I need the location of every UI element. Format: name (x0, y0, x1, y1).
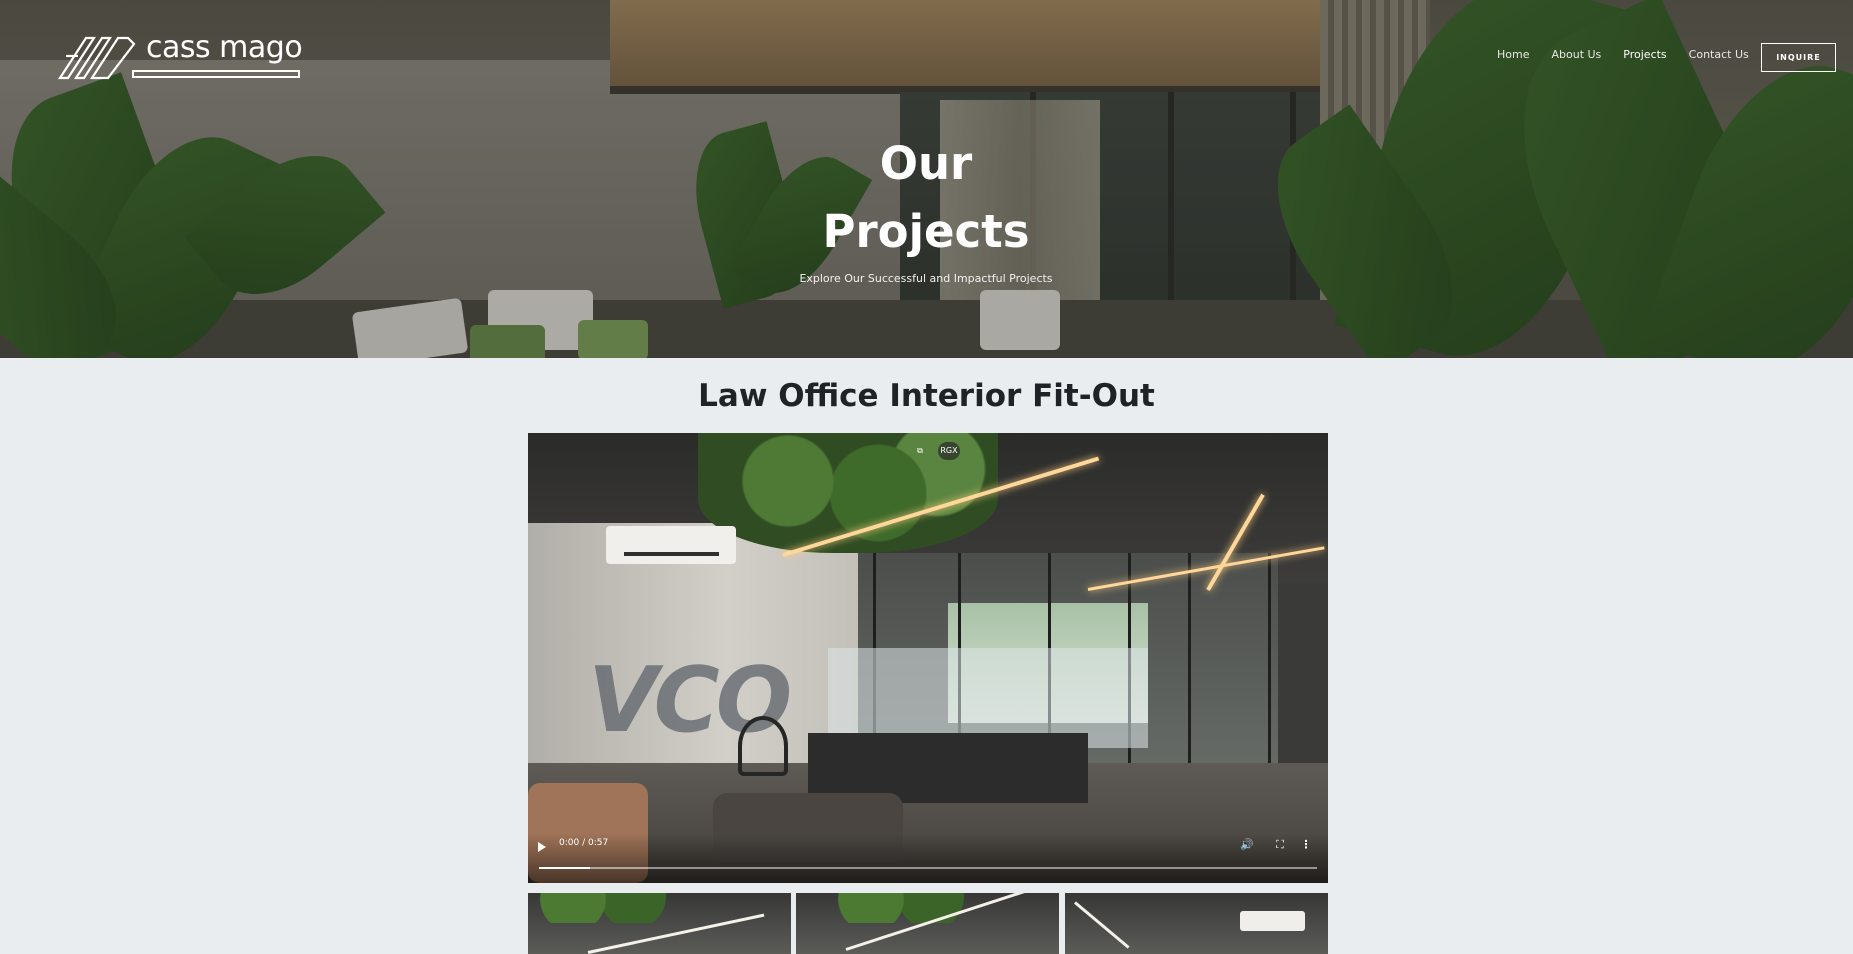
project-thumbnail[interactable] (1065, 893, 1328, 954)
play-icon[interactable] (538, 842, 546, 852)
thumbnail-plants (528, 893, 678, 923)
project-thumbnail-gallery (528, 893, 1328, 954)
overlay-badge[interactable]: RGX (938, 442, 960, 460)
picture-in-picture-icon[interactable]: ⧉ (911, 442, 929, 460)
hero-banner: cass mago Home About Us Projects Contact… (0, 0, 1853, 358)
nav-about-link[interactable]: About Us (1551, 48, 1601, 61)
page-title: Our Projects (776, 130, 1076, 266)
inquire-button[interactable]: INQUIRE (1761, 43, 1836, 72)
brand-logo[interactable]: cass mago (56, 30, 306, 86)
fullscreen-icon[interactable]: ⛶ (1273, 838, 1287, 852)
thumbnail-air-conditioner (1240, 911, 1305, 931)
project-title: Law Office Interior Fit-Out (698, 378, 1155, 414)
video-progress-buffered (539, 867, 590, 869)
page-title-line-1: Our (879, 137, 973, 190)
nav-projects-link[interactable]: Projects (1623, 48, 1666, 61)
volume-icon[interactable]: 🔊 (1240, 838, 1254, 852)
video-frame-air-conditioner (606, 526, 736, 564)
main-nav: Home About Us Projects Contact Us (1497, 48, 1749, 61)
video-progress-track[interactable] (539, 867, 1317, 869)
page-title-line-2: Projects (822, 205, 1030, 258)
brand-underline (132, 70, 300, 78)
brand-name: cass mago (146, 30, 303, 65)
more-vertical-icon[interactable]: ⋮ (1299, 838, 1313, 852)
project-thumbnail[interactable] (796, 893, 1059, 954)
nav-home-link[interactable]: Home (1497, 48, 1529, 61)
project-video-player[interactable]: VCO ⧉ RGX 0:00 / 0:57 🔊 ⛶ ⋮ (528, 433, 1328, 883)
video-controls-bar (528, 833, 1328, 883)
project-thumbnail[interactable] (528, 893, 791, 954)
video-frame-chair (738, 716, 788, 776)
thumbnail-plants (826, 893, 976, 923)
brand-logo-mark-icon (57, 36, 136, 80)
video-time-display: 0:00 / 0:57 (559, 838, 609, 848)
hero-subtitle: Explore Our Successful and Impactful Pro… (799, 272, 1053, 285)
nav-contact-link[interactable]: Contact Us (1689, 48, 1749, 61)
